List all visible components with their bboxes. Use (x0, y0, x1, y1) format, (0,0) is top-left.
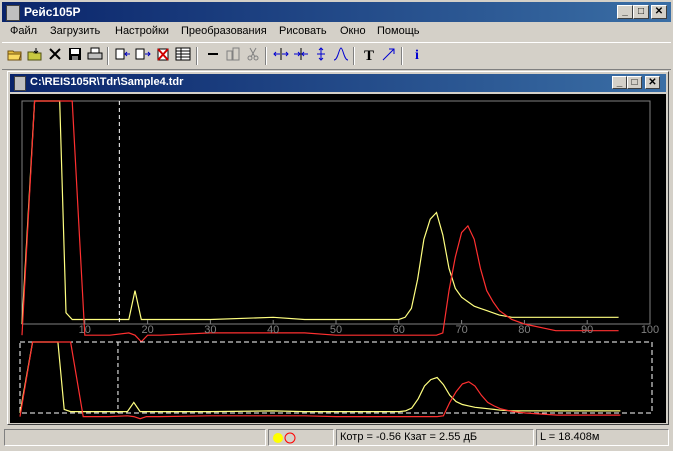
export-icon[interactable] (134, 47, 152, 65)
app-icon[interactable] (6, 5, 20, 21)
building-icon[interactable] (224, 47, 242, 65)
delete-icon[interactable] (46, 47, 64, 65)
menu-bar: Файл Загрузить Настройки Преобразования … (2, 23, 671, 41)
document-close-button[interactable]: ✕ (645, 76, 660, 89)
status-coefficients: Котр = -0.56 Кзат = 2.55 дБ (336, 429, 534, 446)
menu-help[interactable]: Помощь (377, 25, 420, 37)
clear-icon[interactable] (154, 47, 172, 65)
plot-area[interactable]: 10 20 30 40 50 60 70 80 90 100 (10, 94, 666, 423)
minimize-button[interactable]: _ (617, 5, 633, 19)
menu-transforms[interactable]: Преобразования (181, 25, 267, 37)
print-icon[interactable] (86, 47, 104, 65)
menu-window[interactable]: Окно (340, 25, 366, 37)
x-tick-label-90: 90 (581, 324, 593, 336)
cut-icon[interactable] (244, 47, 262, 65)
document-title-bar[interactable]: C:\REIS105R\Tdr\Sample4.tdr _ □ ✕ (10, 74, 666, 92)
x-tick-label-70: 70 (455, 324, 467, 336)
load-icon[interactable] (26, 47, 44, 65)
red-indicator-icon (284, 432, 296, 444)
trace-1-main (21, 100, 619, 325)
app-title: Рейс105Р (24, 5, 81, 19)
marker-left-icon[interactable] (272, 47, 290, 65)
trace-2-main (21, 100, 619, 343)
status-length: L = 18.408м (536, 429, 669, 446)
document-window: C:\REIS105R\Tdr\Sample4.tdr _ □ ✕ 10 20 30… (7, 71, 669, 425)
document-icon[interactable] (14, 76, 26, 91)
x-tick-label-30: 30 (204, 324, 216, 336)
minus-icon[interactable] (204, 47, 222, 65)
x-tick-label-60: 60 (393, 324, 405, 336)
table-icon[interactable] (174, 47, 192, 65)
info-icon[interactable]: i (408, 47, 426, 65)
menu-draw[interactable]: Рисовать (279, 25, 327, 37)
status-panel-indicators (268, 429, 334, 446)
toolbar-separator (196, 47, 198, 65)
status-bar: Котр = -0.56 Кзат = 2.55 дБ L = 18.408м (2, 428, 671, 448)
x-tick-label-100: 100 (641, 324, 659, 336)
trace-1-overview (19, 341, 621, 414)
trace-2-overview (19, 341, 621, 420)
x-tick-label-10: 10 (79, 324, 91, 336)
reflectogram-chart[interactable]: 10 20 30 40 50 60 70 80 90 100 (10, 94, 666, 423)
menu-load[interactable]: Загрузить (50, 25, 100, 37)
toolbar-separator (265, 47, 267, 65)
title-bar[interactable]: Рейс105Р _ □ ✕ (2, 2, 671, 22)
x-tick-label-50: 50 (330, 324, 342, 336)
curve-icon[interactable] (332, 47, 350, 65)
document-title: C:\REIS105R\Tdr\Sample4.tdr (30, 76, 184, 88)
plot-frame-overview (19, 341, 653, 414)
arrow-icon[interactable] (380, 47, 398, 65)
toolbar-separator (353, 47, 355, 65)
x-tick-label-80: 80 (518, 324, 530, 336)
close-button[interactable]: ✕ (651, 5, 667, 19)
marker-right-icon[interactable] (292, 47, 310, 65)
text-icon[interactable]: T (360, 47, 378, 65)
plot-frame-main (21, 100, 651, 325)
document-minimize-button[interactable]: _ (612, 76, 627, 89)
toolbar-separator (401, 47, 403, 65)
import-icon[interactable] (114, 47, 132, 65)
toolbar: T i (2, 42, 671, 70)
save-icon[interactable] (66, 47, 84, 65)
x-tick-label-20: 20 (141, 324, 153, 336)
app-window: Рейс105Р _ □ ✕ Файл Загрузить Настройки … (0, 0, 673, 451)
status-panel-empty (4, 429, 266, 446)
open-folder-icon[interactable] (6, 47, 24, 65)
maximize-button[interactable]: □ (633, 5, 649, 19)
menu-settings[interactable]: Настройки (115, 25, 169, 37)
document-maximize-button[interactable]: □ (627, 76, 642, 89)
yellow-indicator-icon (273, 433, 283, 443)
x-tick-label-40: 40 (267, 324, 279, 336)
menu-file[interactable]: Файл (10, 25, 37, 37)
peak-icon[interactable] (312, 47, 330, 65)
toolbar-separator (107, 47, 109, 65)
